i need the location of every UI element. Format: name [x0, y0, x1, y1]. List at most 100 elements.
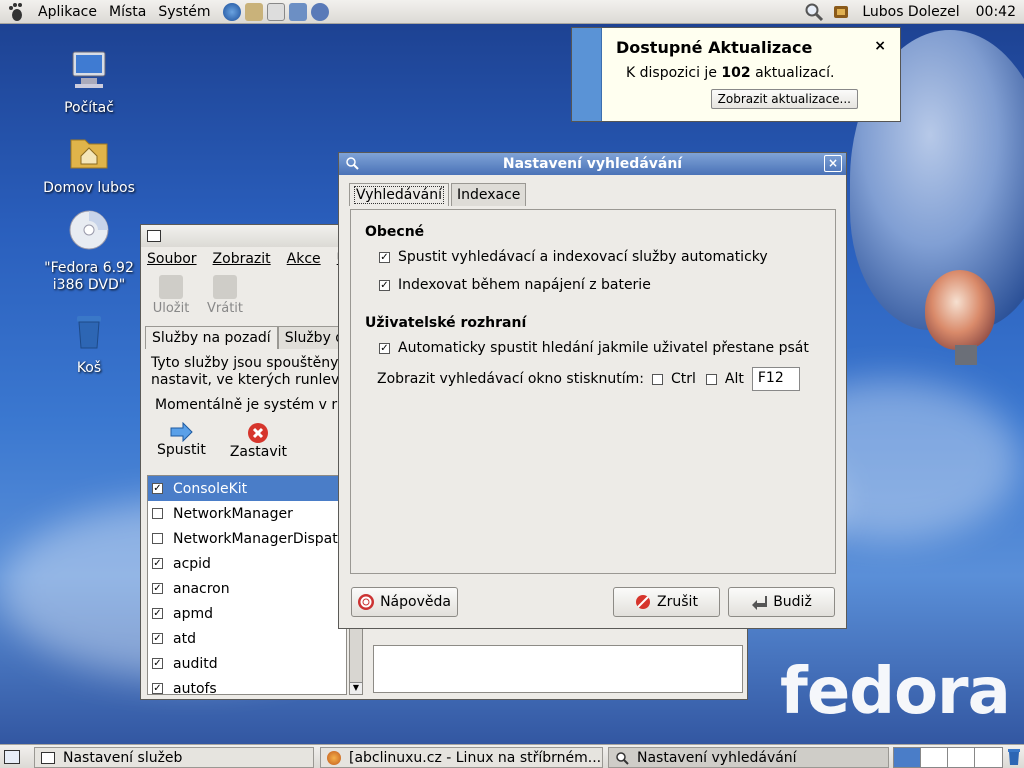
window-menu-icon[interactable]: [147, 230, 161, 242]
task-browser[interactable]: [abclinuxu.cz - Linux na stříbrném...: [320, 747, 603, 768]
spreadsheet-launcher-icon[interactable]: [310, 2, 329, 21]
menu-file[interactable]: Soubor: [147, 251, 197, 267]
ui-section-title: Uživatelské rozhraní: [365, 315, 527, 331]
task-services[interactable]: Nastavení služeb: [34, 747, 314, 768]
update-notifier-icon[interactable]: [832, 3, 850, 21]
trash-icon: [77, 316, 101, 349]
menu-applications[interactable]: Aplikace: [32, 4, 103, 20]
notification-body: K dispozici je 102 aktualizací.: [626, 65, 835, 81]
stop-button[interactable]: Zastavit: [230, 422, 287, 460]
computer-icon: [72, 51, 106, 88]
menu-view[interactable]: Zobrazit: [213, 251, 271, 267]
cancel-button[interactable]: Zrušit: [613, 587, 720, 617]
alt-checkbox[interactable]: [705, 373, 717, 385]
browser-launcher-icon[interactable]: [222, 2, 241, 21]
top-panel: Aplikace Místa Systém Lubos Dolezel 00:4…: [0, 0, 1024, 24]
shortcut-key-field[interactable]: F12: [751, 367, 800, 391]
workspace-1[interactable]: [894, 748, 921, 767]
service-row[interactable]: ✓ atd: [148, 626, 346, 651]
desktop-icon-label: Domov lubos: [43, 180, 135, 196]
search-icon[interactable]: [804, 2, 824, 22]
help-button[interactable]: Nápověda: [351, 587, 458, 617]
user-name[interactable]: Lubos Dolezel: [854, 4, 967, 20]
menu-system[interactable]: Systém: [152, 4, 216, 20]
service-row[interactable]: ✓ acpid: [148, 551, 346, 576]
scroll-down-arrow[interactable]: ▼: [350, 682, 362, 694]
balloon-small-image: [925, 270, 995, 350]
service-checkbox[interactable]: ✓: [152, 583, 163, 594]
gnome-foot-icon[interactable]: [6, 2, 26, 22]
dvd-icon: [69, 210, 109, 250]
task-search-settings[interactable]: Nastavení vyhledávání: [608, 747, 889, 768]
option-autostart[interactable]: ✓ Spustit vyhledávací a indexovací služb…: [379, 249, 768, 265]
home-folder-icon: [70, 139, 108, 169]
close-icon[interactable]: ×: [824, 155, 842, 172]
service-checkbox[interactable]: ✓: [152, 608, 163, 619]
shortcut-label: Zobrazit vyhledávací okno stisknutím:: [377, 371, 644, 387]
service-checkbox[interactable]: [152, 508, 163, 519]
desktop-icon-computer[interactable]: Počítač: [34, 48, 144, 116]
service-row[interactable]: ✓ ConsoleKit: [148, 476, 346, 501]
firefox-icon: [327, 750, 341, 765]
service-checkbox[interactable]: ✓: [152, 558, 163, 569]
service-checkbox[interactable]: ✓: [152, 633, 163, 644]
tab-background-services[interactable]: Služby na pozadí: [145, 326, 278, 349]
ctrl-label: Ctrl: [670, 371, 696, 387]
clock[interactable]: 00:42: [968, 4, 1024, 20]
revert-button[interactable]: Vrátit: [205, 275, 245, 316]
writer-launcher-icon[interactable]: [266, 2, 285, 21]
option-auto-search[interactable]: ✓ Automaticky spustit hledání jakmile už…: [379, 340, 809, 356]
tab-search[interactable]: Vyhledávání: [349, 183, 449, 206]
trash-applet-icon[interactable]: [1007, 748, 1021, 766]
service-checkbox[interactable]: ✓: [152, 683, 163, 694]
auto-search-checkbox[interactable]: ✓: [379, 342, 390, 354]
service-row[interactable]: NetworkManager: [148, 501, 346, 526]
presentation-launcher-icon[interactable]: [288, 2, 307, 21]
service-name: NetworkManagerDispatc: [173, 530, 346, 547]
balloon-basket: [955, 345, 977, 365]
dialog-tabs: Vyhledávání Indexace: [339, 175, 846, 206]
battery-checkbox[interactable]: ✓: [379, 279, 390, 291]
menu-places[interactable]: Místa: [103, 4, 152, 20]
desktop-icon-trash[interactable]: Koš: [34, 308, 144, 376]
workspace-4[interactable]: [975, 748, 1002, 767]
updates-notification[interactable]: Dostupné Aktualizace K dispozici je 102 …: [571, 27, 901, 122]
desktop-icon-label: Koš: [76, 360, 102, 376]
service-row[interactable]: ✓ apmd: [148, 601, 346, 626]
start-button[interactable]: Spustit: [157, 422, 206, 460]
ok-button[interactable]: Budiž: [728, 587, 835, 617]
tab-indexing[interactable]: Indexace: [450, 183, 527, 206]
desktop-icon-dvd[interactable]: "Fedora 6.92 i386 DVD": [30, 208, 148, 294]
close-icon[interactable]: ×: [874, 38, 886, 54]
save-button[interactable]: Uložit: [151, 275, 191, 316]
revert-icon: [213, 275, 237, 299]
show-updates-button[interactable]: Zobrazit aktualizace...: [710, 89, 858, 109]
dialog-title: Nastavení vyhledávání: [502, 156, 683, 172]
service-row[interactable]: ✓ auditd: [148, 651, 346, 676]
workspace-3[interactable]: [948, 748, 975, 767]
service-row[interactable]: ✓ anacron: [148, 576, 346, 601]
service-name: anacron: [173, 580, 230, 597]
service-row[interactable]: ✓ autofs: [148, 676, 346, 694]
services-list[interactable]: ✓ ConsoleKit NetworkManager NetworkManagerD…: [147, 475, 347, 695]
workspace-2[interactable]: [921, 748, 948, 767]
service-name: ConsoleKit: [173, 480, 248, 497]
search-settings-dialog[interactable]: Nastavení vyhledávání × Vyhledávání Inde…: [338, 152, 847, 629]
ctrl-checkbox[interactable]: [651, 373, 663, 385]
option-battery[interactable]: ✓ Indexovat během napájení z baterie: [379, 277, 651, 293]
cancel-icon: [636, 595, 651, 609]
menu-actions[interactable]: Akce: [287, 251, 321, 267]
start-arrow-icon: [170, 422, 194, 442]
email-launcher-icon[interactable]: [244, 2, 263, 21]
desktop-icon-home[interactable]: Domov lubos: [34, 128, 144, 196]
workspace-switcher[interactable]: [893, 747, 1003, 768]
service-row[interactable]: NetworkManagerDispatc: [148, 526, 346, 551]
show-desktop-icon[interactable]: [4, 749, 20, 764]
service-checkbox[interactable]: [152, 533, 163, 544]
service-checkbox[interactable]: ✓: [152, 483, 163, 494]
dialog-panel: Obecné ✓ Spustit vyhledávací a indexovac…: [350, 209, 836, 574]
dialog-titlebar[interactable]: Nastavení vyhledávání ×: [339, 153, 846, 175]
desktop-icon-label: "Fedora 6.92 i386 DVD": [44, 260, 134, 293]
autostart-checkbox[interactable]: ✓: [379, 251, 390, 263]
service-checkbox[interactable]: ✓: [152, 658, 163, 669]
